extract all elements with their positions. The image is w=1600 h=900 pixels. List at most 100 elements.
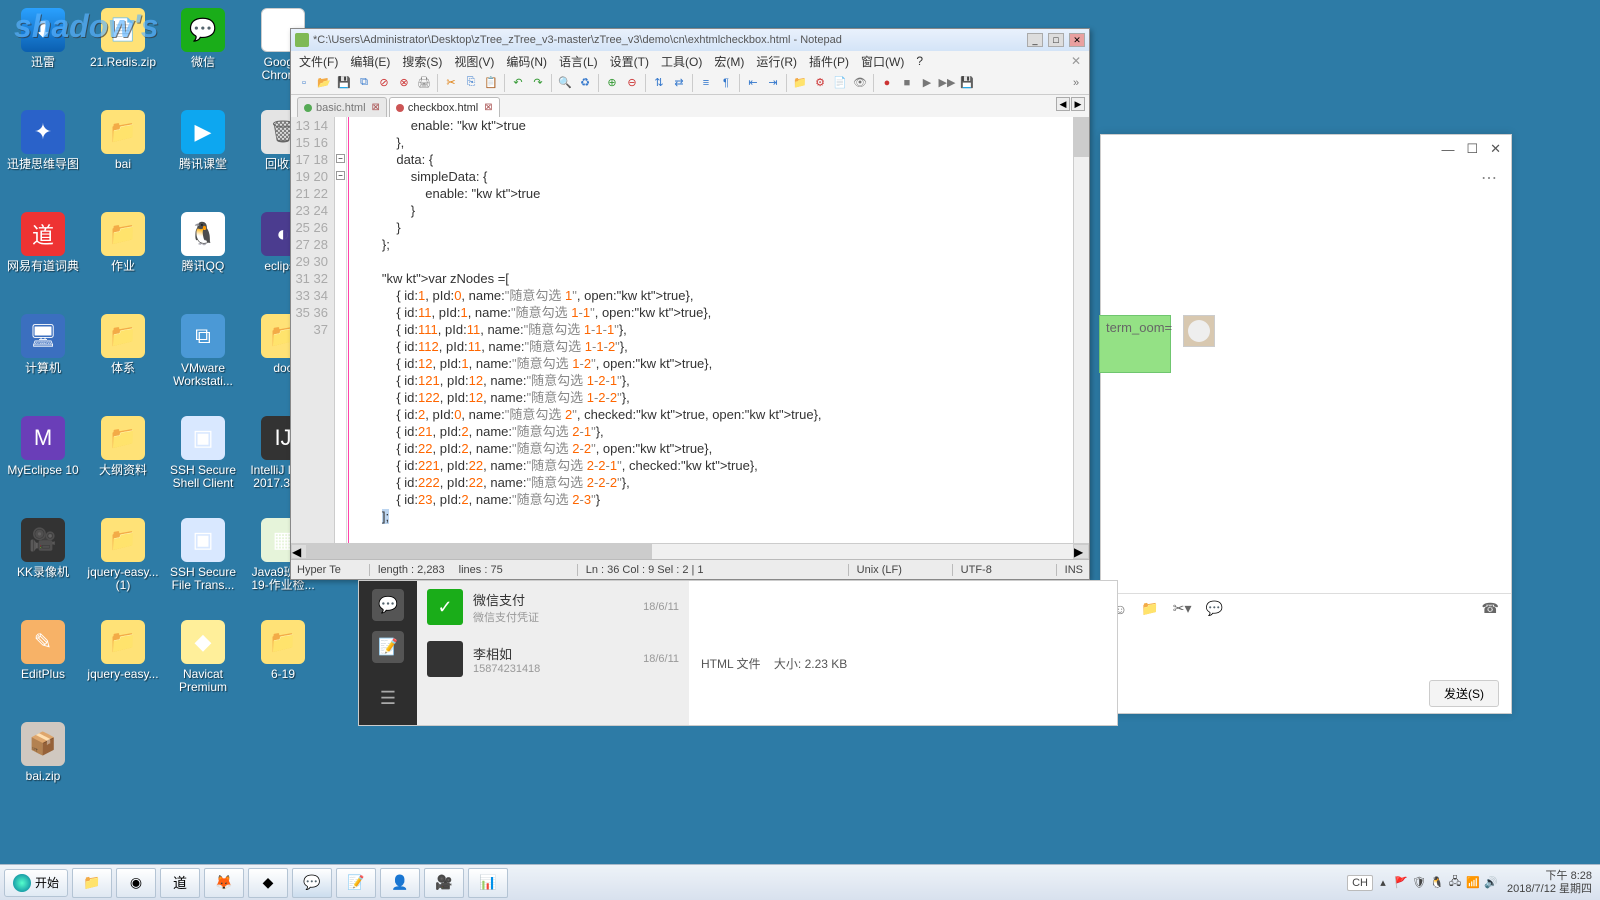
titlebar[interactable]: *C:\Users\Administrator\Desktop\zTree_zT… [291,29,1089,51]
taskbar-item[interactable]: ◉ [116,868,156,898]
desktop-icon[interactable]: ▣SSH Secure File Trans... [164,514,242,614]
chats-icon[interactable]: 💬 [372,589,404,621]
allchars-icon[interactable]: ¶ [717,74,735,92]
phone-icon[interactable]: ☎ [1482,600,1499,617]
code-text[interactable]: enable: "kw kt">true }, data: { simpleDa… [349,117,1073,543]
clock[interactable]: 下午 8:282018/7/12 星期四 [1507,870,1592,896]
taskbar-item[interactable]: 道 [160,868,200,898]
taskbar-item[interactable]: 💬 [292,868,332,898]
desktop-icon[interactable]: ⬇迅雷 [4,4,82,104]
menu-item[interactable]: 设置(T) [610,53,649,70]
desktop-icon[interactable]: ◆Navicat Premium [164,616,242,716]
zoom-out-icon[interactable]: ⊖ [623,74,641,92]
menu-item[interactable]: 编辑(E) [350,53,390,70]
desktop-icon[interactable]: 📁jquery-easy... [84,616,162,716]
rec-play-icon[interactable]: ▶ [918,74,936,92]
indent-l-icon[interactable]: ⇤ [744,74,762,92]
menu-item[interactable]: 运行(R) [756,53,797,70]
menu-item[interactable]: 宏(M) [714,53,744,70]
menu-item[interactable]: 搜索(S) [402,53,442,70]
replace-icon[interactable]: ♻ [576,74,594,92]
tray-vol-icon[interactable]: 🔊 [1483,875,1499,891]
tab-prev-icon[interactable]: ◀ [1056,97,1070,111]
more-icon[interactable]: ⋯ [1481,168,1497,188]
taskbar-item[interactable]: 👤 [380,868,420,898]
copy-icon[interactable]: ⎘ [462,74,480,92]
start-button[interactable]: 开始 [4,869,68,897]
desktop-icon[interactable]: 📁jquery-easy... (1) [84,514,162,614]
desktop-icon[interactable]: ✦迅捷思维导图 [4,106,82,206]
desktop-icon[interactable]: 💬微信 [164,4,242,104]
editor-tab[interactable]: checkbox.html⊠ [389,97,500,117]
desktop-icon[interactable]: 📁bai [84,106,162,206]
menu-item[interactable]: 语言(L) [559,53,598,70]
min-button[interactable]: _ [1027,33,1043,47]
desktop-icon[interactable]: 📁大纲资料 [84,412,162,512]
find-icon[interactable]: 🔍 [556,74,574,92]
tray-qq-icon[interactable]: 🐧 [1429,875,1445,891]
menu-item[interactable]: 编码(N) [506,53,547,70]
desktop-icon[interactable]: 道网易有道词典 [4,208,82,308]
menu-item[interactable]: 工具(O) [661,53,702,70]
cut-icon[interactable]: ✂ [442,74,460,92]
rec-start-icon[interactable]: ● [878,74,896,92]
desktop-icon[interactable]: 📁体系 [84,310,162,410]
tray-net-icon[interactable]: 🖧 [1447,875,1463,891]
tab-next-icon[interactable]: ▶ [1071,97,1085,111]
max-button[interactable]: □ [1048,33,1064,47]
overflow-icon[interactable]: » [1067,74,1085,92]
rec-save-icon[interactable]: 💾 [958,74,976,92]
note-icon[interactable]: 📝 [372,631,404,663]
sync-h-icon[interactable]: ⇄ [670,74,688,92]
conversation-item[interactable]: 李相如1587423141818/6/11 [417,633,689,685]
scissors-icon[interactable]: ✂▾ [1173,600,1192,617]
desktop-icon[interactable]: 📁作业 [84,208,162,308]
redo-icon[interactable]: ↷ [529,74,547,92]
closeall-icon[interactable]: ⊗ [395,74,413,92]
menu-icon[interactable]: ☰ [380,688,396,709]
tray-wifi-icon[interactable]: 📶 [1465,875,1481,891]
print-icon[interactable]: 🖨 [415,74,433,92]
fold-gutter[interactable]: −− [335,117,347,543]
desktop-icon[interactable]: ▣SSH Secure Shell Client [164,412,242,512]
folder-icon[interactable]: 📁 [791,74,809,92]
tab-close-icon[interactable]: ⊠ [484,102,492,113]
menu-item[interactable]: 视图(V) [454,53,494,70]
editor-tab[interactable]: basic.html⊠ [297,97,387,117]
desktop-icon[interactable]: 🖥计算机 [4,310,82,410]
taskbar-item[interactable]: 📁 [72,868,112,898]
menu-item[interactable]: ? [916,54,923,68]
desktop-icon[interactable]: ✎EditPlus [4,616,82,716]
menu-item[interactable]: 插件(P) [809,53,849,70]
tray-flag-icon[interactable]: 🚩 [1393,875,1409,891]
desktop-icon[interactable]: 📁6-19 [244,616,322,716]
saveall-icon[interactable]: ⧉ [355,74,373,92]
desktop-icon[interactable]: 🎥KK录像机 [4,514,82,614]
desktop-icon[interactable]: 🐧腾讯QQ [164,208,242,308]
desktop-icon[interactable]: MMyEclipse 10 [4,412,82,512]
conversation-item[interactable]: ✓微信支付微信支付凭证18/6/11 [417,581,689,633]
eye-icon[interactable]: 👁 [851,74,869,92]
desktop-icon[interactable]: ▶腾讯课堂 [164,106,242,206]
desktop-icon[interactable]: ⧉VMware Workstati... [164,310,242,410]
doc-icon[interactable]: 📄 [831,74,849,92]
chat-bubble-icon[interactable]: 💬 [1206,600,1223,617]
menu-item[interactable]: 文件(F) [299,53,338,70]
avatar[interactable] [1183,315,1215,347]
undo-icon[interactable]: ↶ [509,74,527,92]
paste-icon[interactable]: 📋 [482,74,500,92]
menu-item[interactable]: 窗口(W) [861,53,904,70]
desktop-icon[interactable]: 📄21.Redis.zip [84,4,162,104]
taskbar-item[interactable]: 📝 [336,868,376,898]
ime-indicator[interactable]: CH [1347,875,1373,891]
wc-close-icon[interactable]: ✕ [1490,141,1501,157]
desktop-icon[interactable]: 📦bai.zip [4,718,82,818]
inner-close-icon[interactable]: ✕ [1071,54,1081,68]
folder-icon[interactable]: 📁 [1141,600,1158,617]
indent-r-icon[interactable]: ⇥ [764,74,782,92]
close-button[interactable]: ✕ [1069,33,1085,47]
tab-close-icon[interactable]: ⊠ [372,102,380,113]
open-icon[interactable]: 📂 [315,74,333,92]
chat-area[interactable] [1101,193,1511,593]
wechat-titlebar[interactable]: — ☐ ✕ [1101,135,1511,163]
